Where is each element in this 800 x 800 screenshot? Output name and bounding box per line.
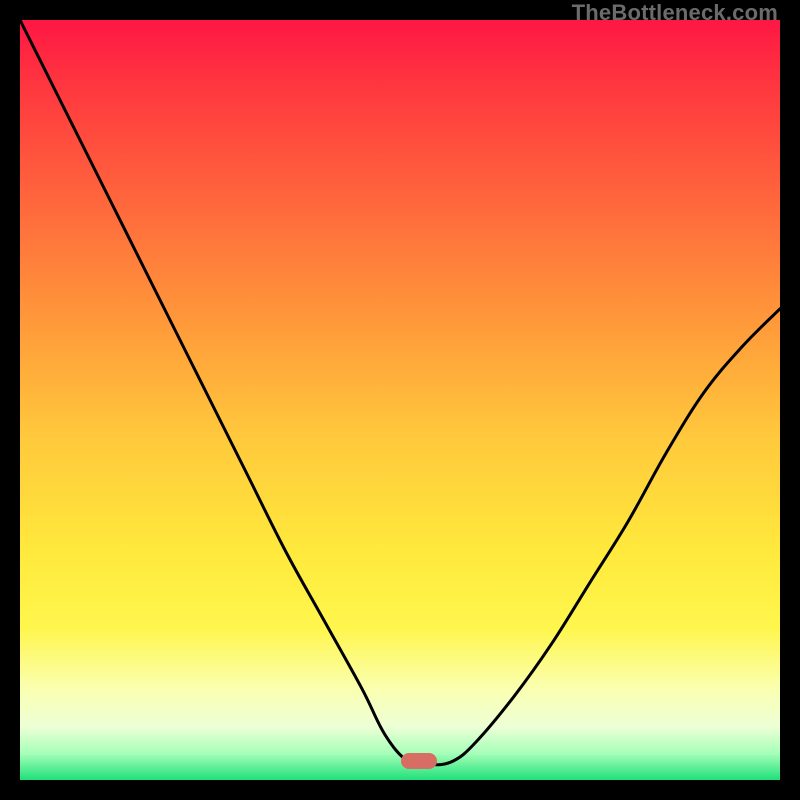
optimum-marker	[401, 753, 437, 769]
plot-frame	[20, 20, 780, 780]
watermark-text: TheBottleneck.com	[572, 0, 778, 26]
bottleneck-chart	[20, 20, 780, 780]
gradient-background	[20, 20, 780, 780]
